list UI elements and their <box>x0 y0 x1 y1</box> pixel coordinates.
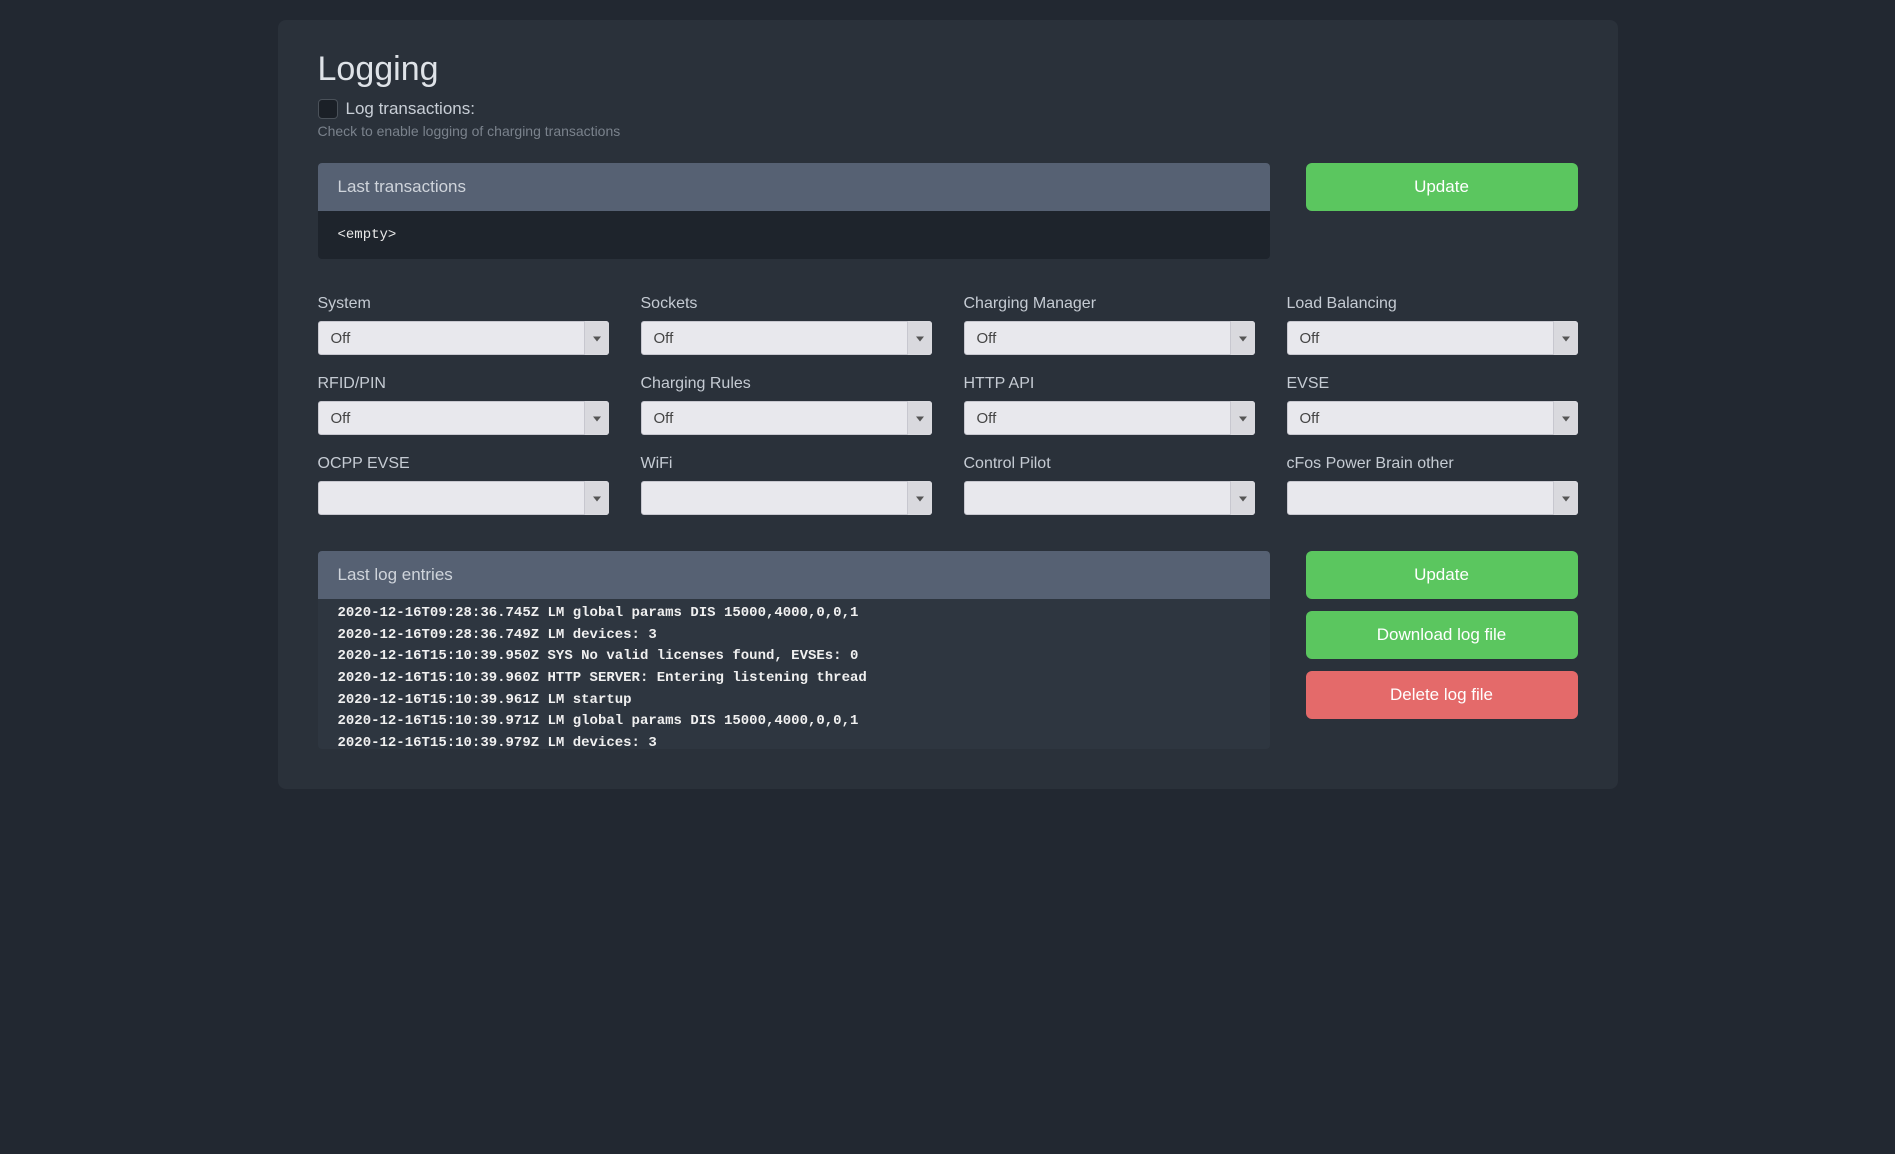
select-wrap <box>641 481 932 515</box>
last-log-body[interactable]: 2020-12-16T09:28:36.745Z LM global param… <box>318 599 1270 749</box>
select-wrap <box>964 481 1255 515</box>
last-transactions-body: <empty> <box>318 211 1270 259</box>
log-level-select[interactable]: Off <box>1287 401 1578 435</box>
log-level-cell: RFID/PIN Off <box>318 375 609 435</box>
last-log-card: Last log entries 2020-12-16T09:28:36.745… <box>318 551 1270 749</box>
log-level-cell: Charging Rules Off <box>641 375 932 435</box>
log-level-select[interactable]: Off <box>964 401 1255 435</box>
log-level-label: Charging Rules <box>641 375 932 393</box>
log-transactions-checkbox[interactable] <box>318 99 338 119</box>
update-transactions-button[interactable]: Update <box>1306 163 1578 211</box>
log-transactions-label: Log transactions: <box>346 99 475 119</box>
last-transactions-card: Last transactions <empty> <box>318 163 1270 259</box>
log-level-cell: EVSE Off <box>1287 375 1578 435</box>
log-level-select[interactable] <box>641 481 932 515</box>
select-wrap <box>1287 481 1578 515</box>
log-transactions-help: Check to enable logging of charging tran… <box>318 123 1578 139</box>
last-log-header: Last log entries <box>318 551 1270 599</box>
log-transactions-row: Log transactions: <box>318 99 1578 119</box>
log-level-label: System <box>318 295 609 313</box>
last-transactions-header: Last transactions <box>318 163 1270 211</box>
select-wrap: Off <box>641 321 932 355</box>
log-level-select[interactable]: Off <box>318 321 609 355</box>
select-wrap: Off <box>318 321 609 355</box>
log-level-label: Sockets <box>641 295 932 313</box>
update-log-button[interactable]: Update <box>1306 551 1578 599</box>
log-level-cell: Charging Manager Off <box>964 295 1255 355</box>
log-level-select[interactable]: Off <box>641 321 932 355</box>
log-level-select[interactable]: Off <box>318 401 609 435</box>
select-wrap: Off <box>1287 401 1578 435</box>
log-level-select[interactable]: Off <box>964 321 1255 355</box>
log-level-cell: System Off <box>318 295 609 355</box>
select-wrap: Off <box>1287 321 1578 355</box>
log-level-label: EVSE <box>1287 375 1578 393</box>
log-level-label: Charging Manager <box>964 295 1255 313</box>
select-wrap <box>318 481 609 515</box>
select-wrap: Off <box>318 401 609 435</box>
log-level-select[interactable] <box>964 481 1255 515</box>
log-level-label: OCPP EVSE <box>318 455 609 473</box>
page-title: Logging <box>318 50 1578 89</box>
delete-log-button[interactable]: Delete log file <box>1306 671 1578 719</box>
log-level-cell: cFos Power Brain other <box>1287 455 1578 515</box>
log-level-cell: WiFi <box>641 455 932 515</box>
log-level-label: WiFi <box>641 455 932 473</box>
log-level-select[interactable] <box>318 481 609 515</box>
log-level-cell: HTTP API Off <box>964 375 1255 435</box>
log-level-label: Control Pilot <box>964 455 1255 473</box>
log-level-select[interactable]: Off <box>1287 321 1578 355</box>
log-level-label: HTTP API <box>964 375 1255 393</box>
log-level-label: RFID/PIN <box>318 375 609 393</box>
select-wrap: Off <box>964 321 1255 355</box>
log-level-cell: Control Pilot <box>964 455 1255 515</box>
log-level-select[interactable]: Off <box>641 401 932 435</box>
select-wrap: Off <box>964 401 1255 435</box>
download-log-button[interactable]: Download log file <box>1306 611 1578 659</box>
log-level-grid: SystemOffSocketsOffCharging ManagerOffLo… <box>318 295 1578 515</box>
log-level-select[interactable] <box>1287 481 1578 515</box>
logging-panel: Logging Log transactions: Check to enabl… <box>278 20 1618 789</box>
select-wrap: Off <box>641 401 932 435</box>
log-level-cell: OCPP EVSE <box>318 455 609 515</box>
log-level-label: cFos Power Brain other <box>1287 455 1578 473</box>
log-level-label: Load Balancing <box>1287 295 1578 313</box>
log-level-cell: Sockets Off <box>641 295 932 355</box>
log-level-cell: Load Balancing Off <box>1287 295 1578 355</box>
